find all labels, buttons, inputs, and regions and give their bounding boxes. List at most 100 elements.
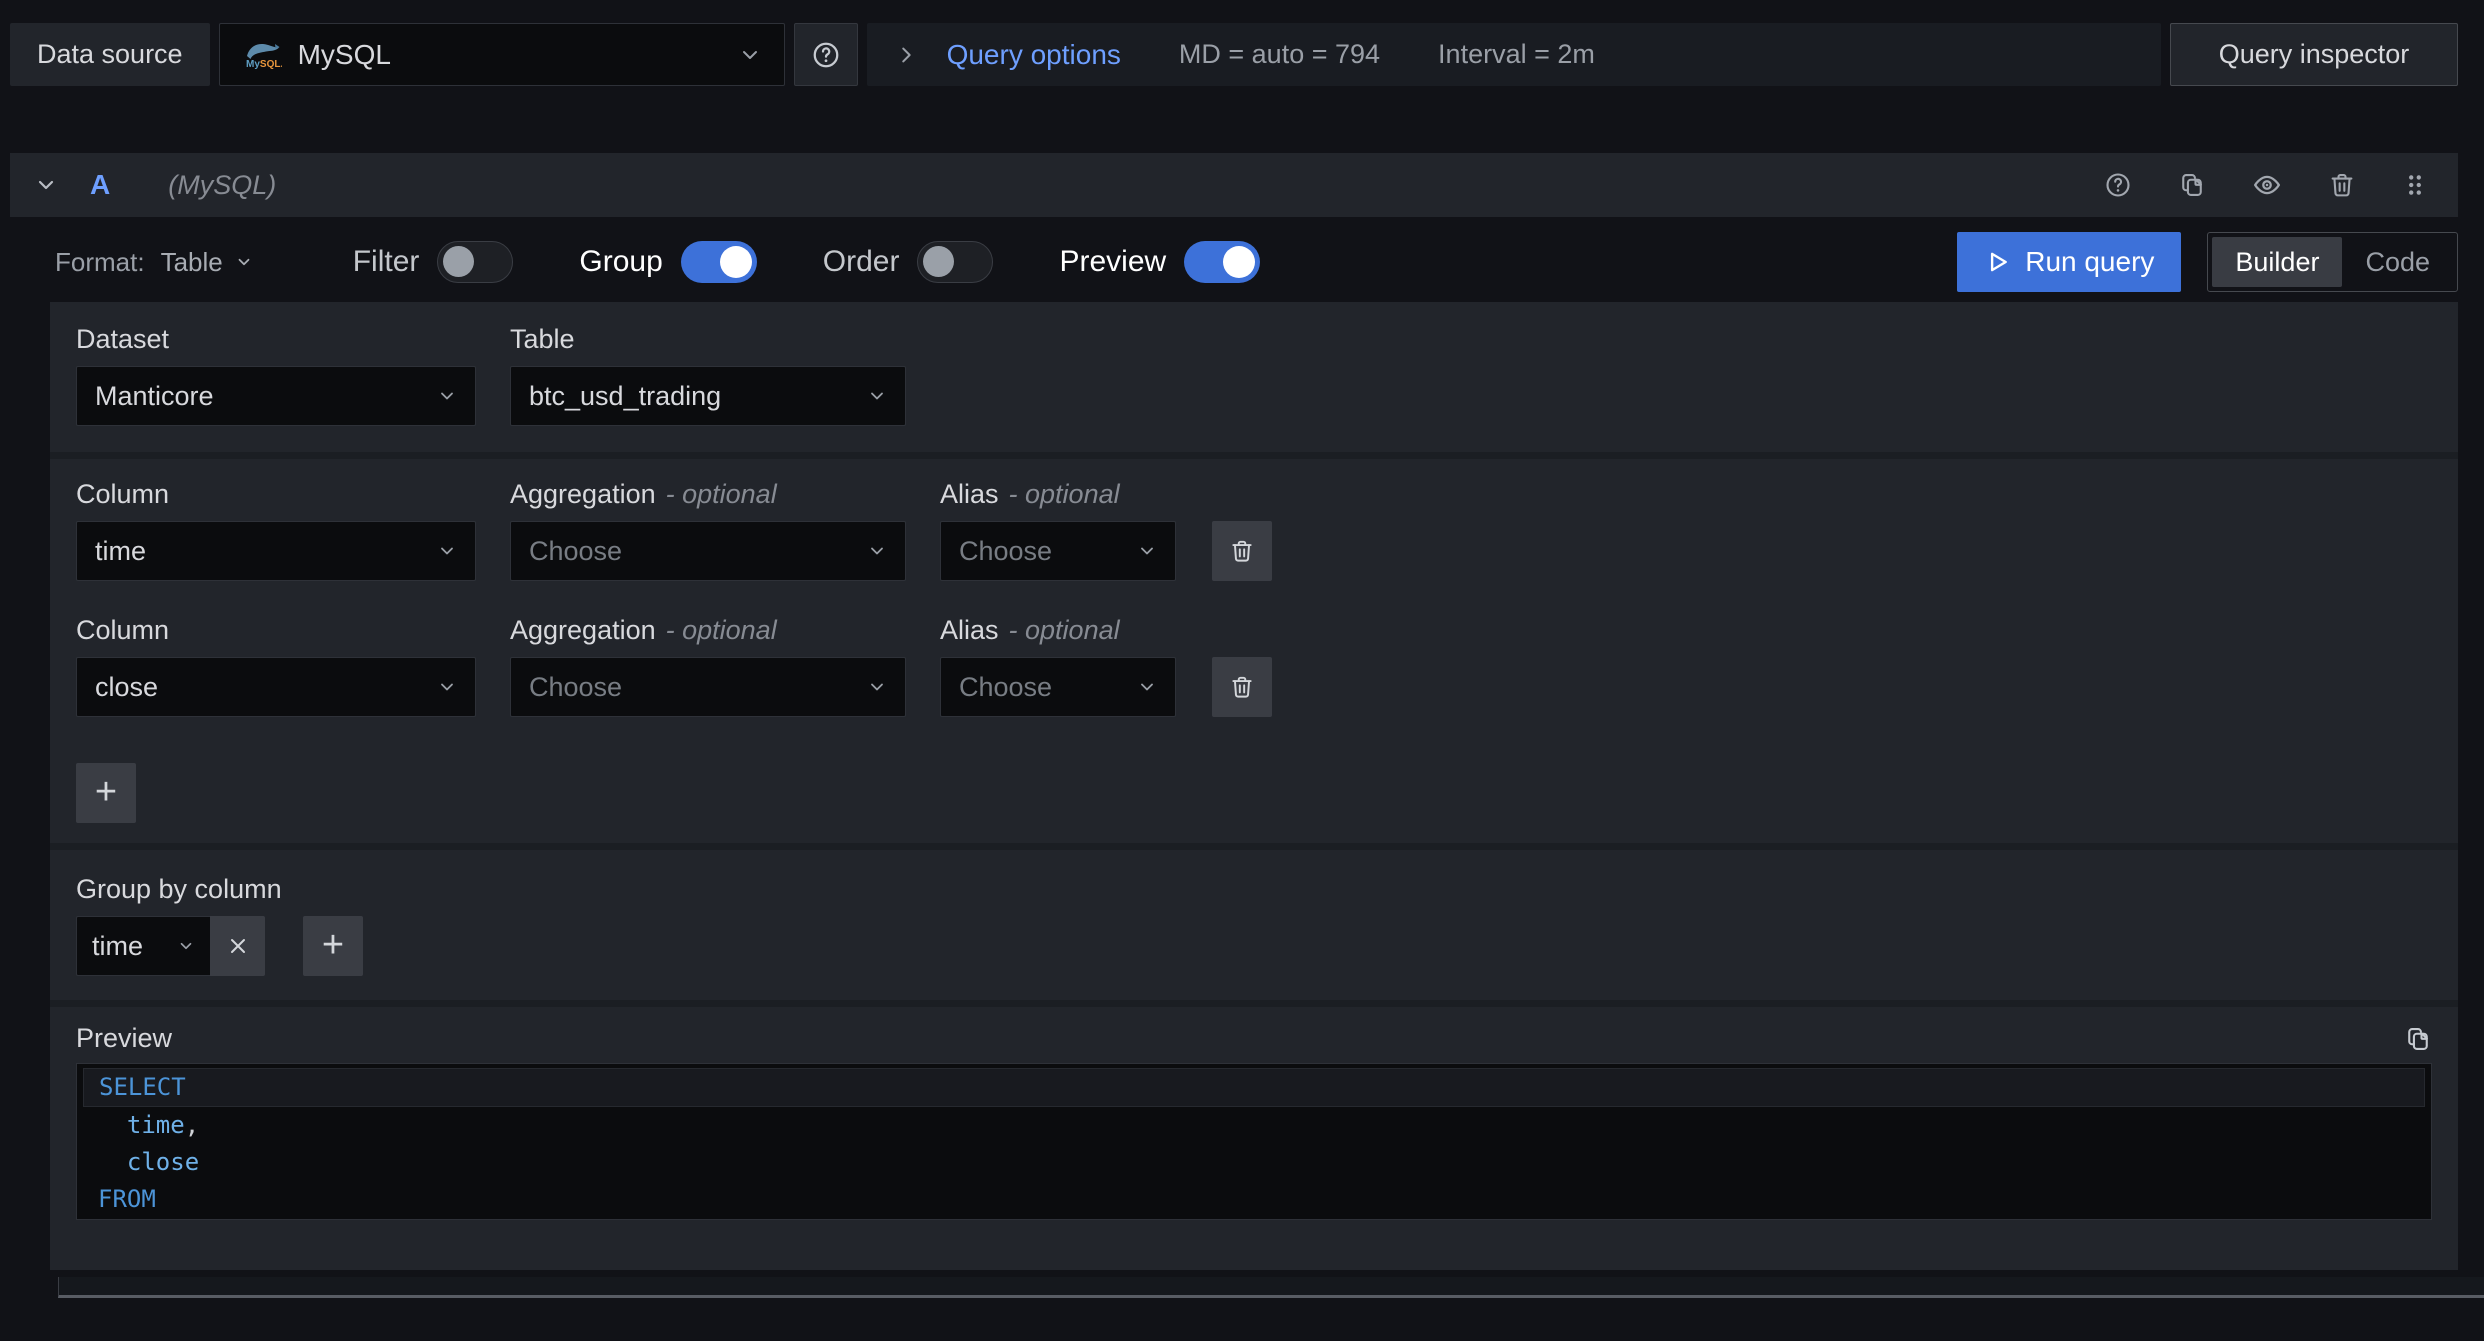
aggregation-select[interactable]: Choose: [510, 657, 906, 717]
chevron-right-icon: [895, 44, 917, 66]
sql-punctuation: ,: [184, 1111, 200, 1139]
run-query-label: Run query: [2025, 246, 2155, 277]
remove-column-button[interactable]: [1212, 657, 1272, 717]
dataset-select[interactable]: Manticore: [76, 366, 476, 426]
query-row-actions: [2104, 170, 2428, 200]
alias-label: Alias: [940, 479, 999, 509]
aggregation-label: Aggregation: [510, 615, 656, 645]
table-label: Table: [510, 324, 575, 354]
dataset-select-value: Manticore: [95, 380, 214, 411]
help-circle-icon[interactable]: [2104, 171, 2132, 199]
editor-mode-switch: Builder Code: [2207, 232, 2458, 292]
format-select-value: Table: [160, 246, 223, 277]
duplicate-query-icon[interactable]: [2178, 171, 2206, 199]
mode-builder[interactable]: Builder: [2212, 237, 2343, 287]
add-group-by-button[interactable]: +: [303, 916, 363, 976]
query-row-header[interactable]: A (MySQL): [10, 153, 2458, 217]
run-query-button[interactable]: Run query: [1957, 232, 2182, 292]
preview-toggle-label: Preview: [1059, 245, 1167, 278]
drag-handle-icon[interactable]: [2402, 172, 2428, 198]
help-circle-icon: [811, 40, 841, 70]
format-select[interactable]: Table: [161, 247, 253, 278]
column-select[interactable]: close: [76, 657, 476, 717]
order-toggle[interactable]: [917, 241, 994, 283]
aggregation-optional-hint: - optional: [665, 615, 777, 645]
sql-identifier: time: [98, 1111, 185, 1139]
alias-field: Alias - optional Choose: [940, 479, 1176, 581]
table-select-value: btc_usd_trading: [529, 380, 722, 411]
group-by-select-value: time: [92, 930, 144, 961]
chevron-down-icon: [1137, 677, 1157, 697]
alias-optional-hint: - optional: [1008, 615, 1120, 645]
datasource-toolbar: Data source MySQL. MySQL Query options M…: [10, 23, 2458, 86]
column-select-value: close: [95, 671, 159, 702]
group-by-combo: time: [76, 916, 265, 976]
eye-icon[interactable]: [2252, 170, 2282, 200]
dataset-field: Dataset Manticore: [76, 324, 476, 426]
table-field: Table btc_usd_trading: [510, 324, 906, 426]
alias-select[interactable]: Choose: [940, 521, 1176, 581]
remove-group-by-button[interactable]: [210, 916, 265, 976]
aggregation-select-placeholder: Choose: [529, 671, 623, 702]
group-toggle-group: Group: [579, 241, 757, 283]
datasource-picker[interactable]: MySQL. MySQL: [218, 23, 785, 86]
sql-line: close: [83, 1144, 2425, 1181]
table-select[interactable]: btc_usd_trading: [510, 366, 906, 426]
filter-toggle-label: Filter: [352, 245, 420, 278]
filter-toggle[interactable]: [437, 241, 514, 283]
alias-select-placeholder: Choose: [959, 535, 1053, 566]
dataset-label: Dataset: [76, 324, 170, 354]
aggregation-select-placeholder: Choose: [529, 535, 623, 566]
column-select[interactable]: time: [76, 521, 476, 581]
chevron-down-icon: [867, 386, 887, 406]
sql-keyword: SELECT: [99, 1073, 186, 1101]
sql-preview-editor[interactable]: SELECT time, close FROM: [76, 1063, 2432, 1220]
svg-text:MySQL.: MySQL.: [246, 59, 282, 70]
preview-section: Preview SELECT time, close FROM: [50, 1000, 2458, 1270]
alias-optional-hint: - optional: [1008, 479, 1120, 509]
chevron-down-icon: [867, 541, 887, 561]
datasource-picker-value: MySQL: [297, 38, 391, 70]
column-field: Column close: [76, 615, 476, 717]
chevron-down-icon: [867, 677, 887, 697]
datasource-help-button[interactable]: [793, 23, 858, 86]
chevron-down-icon: [437, 386, 457, 406]
remove-column-button[interactable]: [1212, 521, 1272, 581]
mysql-logo-icon: MySQL.: [242, 40, 282, 70]
columns-section: Column time Aggregation - optional Choos…: [50, 452, 2458, 843]
chevron-down-icon: [235, 253, 253, 271]
aggregation-select[interactable]: Choose: [510, 521, 906, 581]
copy-sql-icon[interactable]: [2404, 1025, 2432, 1053]
add-column-button[interactable]: +: [76, 763, 136, 823]
column-select-value: time: [95, 535, 147, 566]
sql-line: FROM: [83, 1181, 2425, 1218]
preview-toggle[interactable]: [1184, 241, 1261, 283]
group-by-select[interactable]: time: [76, 916, 210, 976]
alias-select-placeholder: Choose: [959, 671, 1053, 702]
chevron-down-icon: [738, 43, 762, 67]
group-toggle-label: Group: [579, 245, 663, 278]
trash-icon: [1229, 538, 1255, 564]
sql-line: SELECT: [83, 1068, 2425, 1107]
trash-icon[interactable]: [2328, 171, 2356, 199]
collapse-chevron-down-icon[interactable]: [34, 173, 58, 197]
preview-toggle-group: Preview: [1059, 241, 1261, 283]
column-label: Column: [76, 479, 170, 509]
datasource-label: Data source: [10, 23, 210, 86]
interval-value: Interval = 2m: [1438, 39, 1595, 69]
next-row-top-edge: [58, 1277, 2484, 1298]
group-toggle[interactable]: [680, 241, 757, 283]
chevron-down-icon: [437, 677, 457, 697]
alias-field: Alias - optional Choose: [940, 615, 1176, 717]
query-inspector-button[interactable]: Query inspector: [2170, 23, 2458, 86]
toggle-knob: [1223, 246, 1256, 278]
chevron-down-icon: [1137, 541, 1157, 561]
order-toggle-group: Order: [823, 241, 994, 283]
query-options-bar[interactable]: Query options MD = auto = 794 Interval =…: [866, 23, 2161, 86]
aggregation-field: Aggregation - optional Choose: [510, 615, 906, 717]
query-options-link[interactable]: Query options: [947, 39, 1121, 71]
plus-icon: +: [321, 923, 345, 966]
mode-code[interactable]: Code: [2342, 237, 2453, 287]
order-toggle-label: Order: [822, 245, 900, 278]
alias-select[interactable]: Choose: [940, 657, 1176, 717]
